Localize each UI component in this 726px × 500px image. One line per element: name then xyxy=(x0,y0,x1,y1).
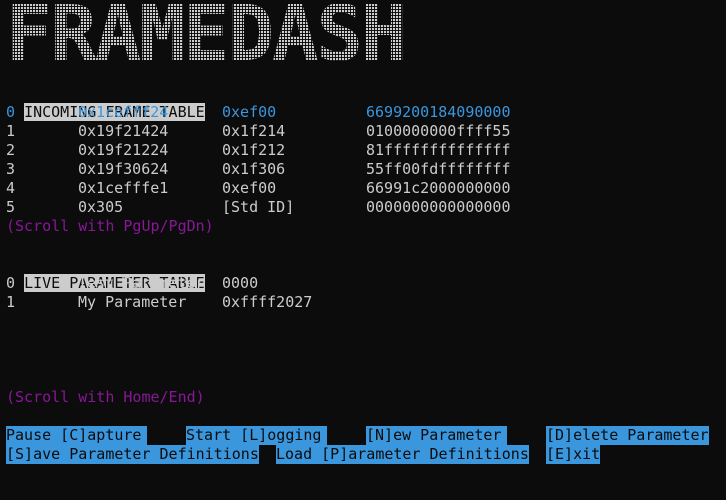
frame-index: 5 xyxy=(6,198,16,216)
delete-parameter-button[interactable]: [D]elete Parameter xyxy=(546,426,709,445)
load-definitions-button[interactable]: Load [P]arameter Definitions xyxy=(276,445,529,464)
param-name: My Parameter xyxy=(78,293,187,311)
start-logging-button[interactable]: Start [L]ogging xyxy=(186,426,328,445)
frame-time: 0x19f30624 xyxy=(78,160,169,178)
param-name: Test Parameter xyxy=(78,274,205,292)
frame-row-4[interactable]: 4 0x1cefffe1 0xef00 66991c2000000000 xyxy=(6,179,706,198)
frame-id: 0xef00 xyxy=(222,179,277,197)
frame-table-title-row: INCOMING FRAME TABLE xyxy=(6,84,205,121)
frame-time: 0x1cefff24 xyxy=(78,103,169,121)
frame-index: 2 xyxy=(6,141,16,159)
frame-index: 4 xyxy=(6,179,16,197)
frame-data: 66991c2000000000 xyxy=(366,179,511,197)
frame-data: 55ff00fdffffffff xyxy=(366,160,511,178)
pause-capture-button[interactable]: Pause [C]apture xyxy=(6,426,148,445)
param-table-title-row: LIVE PARAMETER TABLE xyxy=(6,255,205,292)
param-index: 0 xyxy=(6,274,16,292)
new-parameter-button[interactable]: [N]ew Parameter xyxy=(366,426,508,445)
frame-time: 0x19f21224 xyxy=(78,141,169,159)
frame-index: 1 xyxy=(6,122,16,140)
frame-row-1[interactable]: 1 0x19f21424 0x1f214 0100000000ffff55 xyxy=(6,122,706,141)
param-value: 0000 xyxy=(222,274,259,292)
frame-row-5[interactable]: 5 0x305 [Std ID] 0000000000000000 xyxy=(6,198,706,217)
frame-time: 0x19f21424 xyxy=(78,122,169,140)
frame-id: 0x1f214 xyxy=(222,122,286,140)
frame-row-0[interactable]: 0 0x1cefff24 0xef00 6699200184090000 xyxy=(6,103,706,122)
frame-row-3[interactable]: 3 0x19f30624 0x1f306 55ff00fdffffffff xyxy=(6,160,706,179)
param-row-0[interactable]: 0 Test Parameter 0000 xyxy=(6,274,506,293)
frame-index: 0 xyxy=(6,103,16,121)
frame-row-2[interactable]: 2 0x19f21224 0x1f212 81ffffffffffffff xyxy=(6,141,706,160)
frame-scroll-hint: (Scroll with PgUp/PgDn) xyxy=(6,217,214,235)
frame-data: 81ffffffffffffff xyxy=(366,141,511,159)
frame-time: 0x1cefffe1 xyxy=(78,179,169,197)
exit-button[interactable]: [E]xit xyxy=(546,445,601,464)
frame-data: 0000000000000000 xyxy=(366,198,511,216)
frame-index: 3 xyxy=(6,160,16,178)
frame-data: 6699200184090000 xyxy=(366,103,511,121)
frame-id: 0x1f212 xyxy=(222,141,286,159)
frame-id: 0xef00 xyxy=(222,103,277,121)
app-logo-text: FRAMEDASH xyxy=(6,4,416,66)
frame-data: 0100000000ffff55 xyxy=(366,122,511,140)
frame-time: 0x305 xyxy=(78,198,124,216)
param-row-1[interactable]: 1 My Parameter 0xffff2027 xyxy=(6,293,506,312)
param-value: 0xffff2027 xyxy=(222,293,313,311)
param-scroll-hint: (Scroll with Home/End) xyxy=(6,388,205,406)
param-index: 1 xyxy=(6,293,16,311)
app-logo: FRAMEDASH xyxy=(6,4,416,66)
frame-id: 0x1f306 xyxy=(222,160,286,178)
frame-id: [Std ID] xyxy=(222,198,295,216)
save-definitions-button[interactable]: [S]ave Parameter Definitions xyxy=(6,445,259,464)
